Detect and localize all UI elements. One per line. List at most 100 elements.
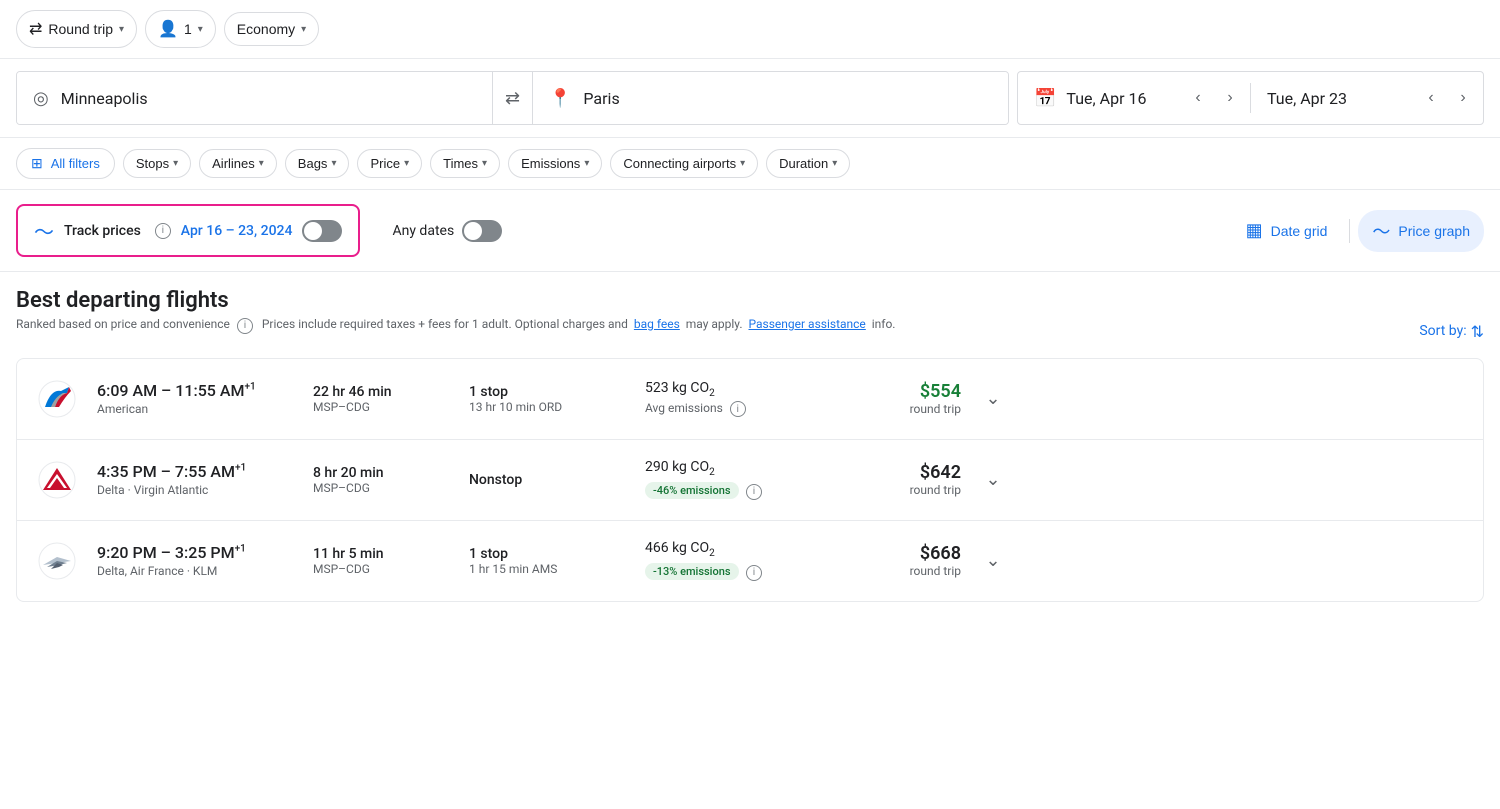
duration-route-1: MSP–CDG: [313, 400, 453, 414]
times-filter-button[interactable]: Times ▾: [430, 149, 500, 178]
subtitle-info-icon[interactable]: i: [237, 318, 253, 334]
cabin-class-button[interactable]: Economy ▾: [224, 12, 319, 46]
duration-filter-button[interactable]: Duration ▾: [766, 149, 850, 178]
sort-by-button[interactable]: Sort by: ⇅: [1419, 322, 1484, 341]
flight-times-3: 9:20 PM – 3:25 PM+1 Delta, Air France · …: [97, 543, 297, 578]
subtitle-text: Ranked based on price and convenience i …: [16, 317, 895, 334]
duration-text-2: 8 hr 20 min: [313, 465, 453, 481]
page-title: Best departing flights: [16, 288, 1484, 313]
price-chevron-icon: ▾: [404, 158, 409, 169]
trip-type-label: Round trip: [48, 21, 113, 37]
emissions-info-icon-2[interactable]: i: [746, 484, 762, 500]
emissions-badge-2: -46% emissions: [645, 482, 739, 499]
flight-time-range-3: 9:20 PM – 3:25 PM+1: [97, 543, 297, 562]
origin-input[interactable]: ◎ Minneapolis: [17, 72, 492, 124]
flight-card-1[interactable]: 6:09 AM – 11:55 AM+1 American 22 hr 46 m…: [17, 359, 1483, 440]
stops-filter-button[interactable]: Stops ▾: [123, 149, 191, 178]
price-graph-button[interactable]: 〜 Price graph: [1358, 210, 1484, 252]
duration-filter-label: Duration: [779, 156, 828, 171]
destination-input[interactable]: 📍 Paris: [532, 72, 1008, 124]
expand-button-3[interactable]: ⌄: [977, 545, 1009, 577]
sort-icon: ⇅: [1471, 322, 1484, 341]
filters-icon: ⊞: [31, 155, 43, 172]
duration-text-3: 11 hr 5 min: [313, 546, 453, 562]
flight-times-2: 4:35 PM – 7:55 AM+1 Delta · Virgin Atlan…: [97, 462, 297, 497]
flight-day-offset-2: +1: [235, 463, 246, 474]
calendar-icon: 📅: [1034, 88, 1056, 109]
all-filters-label: All filters: [51, 156, 100, 171]
trip-type-button[interactable]: ⇄ Round trip ▾: [16, 10, 137, 48]
depart-date-text: Tue, Apr 16: [1066, 89, 1146, 108]
price-label-3: round trip: [841, 564, 961, 578]
destination-text: Paris: [583, 89, 619, 108]
emissions-chevron-icon: ▾: [584, 158, 589, 169]
bags-filter-label: Bags: [298, 156, 328, 171]
all-filters-button[interactable]: ⊞ All filters: [16, 148, 115, 179]
track-prices-box: 〜 Track prices i Apr 16 – 23, 2024: [16, 204, 360, 257]
swap-button[interactable]: ⇄: [492, 72, 532, 124]
price-filter-button[interactable]: Price ▾: [357, 149, 422, 178]
depart-date-button[interactable]: 📅 Tue, Apr 16: [1018, 72, 1178, 124]
price-amount-3: $668: [841, 543, 961, 564]
emissions-filter-button[interactable]: Emissions ▾: [508, 149, 602, 178]
passengers-button[interactable]: 👤 1 ▾: [145, 10, 216, 48]
origin-icon: ◎: [33, 88, 49, 109]
track-prices-slider: [302, 220, 342, 242]
connecting-airports-chevron-icon: ▾: [740, 158, 745, 169]
return-date-button[interactable]: Tue, Apr 23: [1251, 72, 1411, 124]
date-grid-label: Date grid: [1271, 223, 1328, 239]
emissions-sub-1: Avg emissions i: [645, 401, 825, 418]
price-amount-2: $642: [841, 462, 961, 483]
date-grid-icon: ▦: [1246, 220, 1263, 241]
date-section: 📅 Tue, Apr 16 ‹ › Tue, Apr 23 ‹ ›: [1017, 71, 1484, 125]
passenger-assistance-link[interactable]: Passenger assistance: [748, 317, 865, 331]
flight-card-2[interactable]: 4:35 PM – 7:55 AM+1 Delta · Virgin Atlan…: [17, 440, 1483, 521]
flight-stops-2: Nonstop: [469, 472, 629, 488]
expand-button-2[interactable]: ⌄: [977, 464, 1009, 496]
flight-stops-1: 1 stop 13 hr 10 min ORD: [469, 384, 629, 414]
return-next-button[interactable]: ›: [1447, 82, 1479, 114]
emissions-text-1: 523 kg CO2: [645, 380, 825, 399]
price-filter-label: Price: [370, 156, 400, 171]
connecting-airports-label: Connecting airports: [623, 156, 736, 171]
flight-price-3: $668 round trip: [841, 543, 961, 578]
depart-prev-button[interactable]: ‹: [1182, 82, 1214, 114]
any-dates-label: Any dates: [392, 223, 454, 239]
price-amount-1: $554: [841, 381, 961, 402]
duration-route-3: MSP–CDG: [313, 562, 453, 576]
expand-button-1[interactable]: ⌄: [977, 383, 1009, 415]
flight-price-1: $554 round trip: [841, 381, 961, 416]
any-dates-toggle[interactable]: [462, 220, 502, 242]
bag-fees-link[interactable]: bag fees: [634, 317, 680, 331]
bags-filter-button[interactable]: Bags ▾: [285, 149, 350, 178]
return-prev-button[interactable]: ‹: [1415, 82, 1447, 114]
depart-date-nav: ‹ ›: [1178, 82, 1250, 114]
airlines-filter-button[interactable]: Airlines ▾: [199, 149, 277, 178]
flight-day-offset-1: +1: [244, 382, 255, 393]
depart-next-button[interactable]: ›: [1214, 82, 1246, 114]
track-prices-toggle[interactable]: [302, 220, 342, 242]
any-dates-section: Any dates: [392, 220, 502, 242]
flight-time-range-2: 4:35 PM – 7:55 AM+1: [97, 462, 297, 481]
flight-card-3[interactable]: 9:20 PM – 3:25 PM+1 Delta, Air France · …: [17, 521, 1483, 601]
emissions-info-icon-3[interactable]: i: [746, 565, 762, 581]
duration-chevron-icon: ▾: [832, 158, 837, 169]
subtitle-row: Ranked based on price and convenience i …: [16, 317, 1484, 346]
flight-airline-1: American: [97, 402, 297, 416]
flight-day-offset-3: +1: [235, 544, 246, 555]
airline-logo-3: [33, 537, 81, 585]
date-grid-button[interactable]: ▦ Date grid: [1232, 212, 1342, 249]
flight-emissions-3: 466 kg CO2 -13% emissions i: [645, 540, 825, 580]
flight-duration-3: 11 hr 5 min MSP–CDG: [313, 546, 453, 576]
search-bar: ◎ Minneapolis ⇄ 📍 Paris 📅 Tue, Apr 16 ‹ …: [0, 59, 1500, 138]
trip-type-chevron: ▾: [119, 24, 124, 35]
connecting-airports-filter-button[interactable]: Connecting airports ▾: [610, 149, 758, 178]
track-prices-info-icon[interactable]: i: [155, 223, 171, 239]
flight-stops-3: 1 stop 1 hr 15 min AMS: [469, 546, 629, 576]
emissions-info-icon-1[interactable]: i: [730, 401, 746, 417]
airlines-chevron-icon: ▾: [259, 158, 264, 169]
flight-times-1: 6:09 AM – 11:55 AM+1 American: [97, 381, 297, 416]
price-label-1: round trip: [841, 402, 961, 416]
airline-logo-2: [33, 456, 81, 504]
passengers-count: 1: [184, 21, 192, 37]
